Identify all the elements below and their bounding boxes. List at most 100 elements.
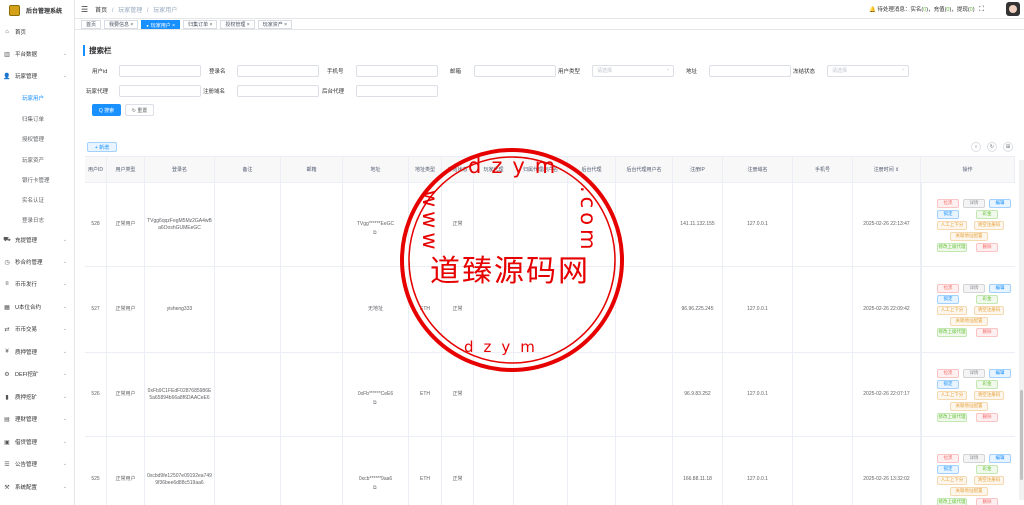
copy-icon[interactable]: ⧉ — [373, 400, 377, 406]
action-button[interactable]: 修改上级代理 — [937, 497, 967, 505]
action-button[interactable]: 清空注册码 — [974, 475, 1004, 485]
sidebar-item[interactable]: ▣ 借贷管理 ⌄ — [0, 436, 75, 448]
action-button[interactable]: 锁定 — [937, 209, 959, 219]
sidebar-item-label: 公告管理 — [15, 462, 38, 468]
tab-tag[interactable]: 玩家资产 × — [257, 19, 292, 29]
action-button[interactable]: 修改上级代理 — [937, 412, 967, 422]
refresh-icon[interactable]: ↻ — [987, 142, 997, 152]
action-button[interactable]: 详情 — [963, 453, 985, 463]
action-button[interactable]: 关联地址配置 — [950, 401, 988, 411]
action-button[interactable]: 锁定 — [937, 294, 959, 304]
sidebar-item[interactable]: ⚙ DEFI挖矿 ⌄ — [0, 368, 75, 380]
sidebar-subitem[interactable]: 登录日志 — [22, 216, 44, 224]
action-button[interactable]: 彩金 — [976, 294, 998, 304]
tab-tag[interactable]: 玩家用户 × — [141, 19, 181, 29]
action-button[interactable]: 清空注册码 — [974, 305, 1004, 315]
action-button[interactable]: 彩金 — [976, 209, 998, 219]
action-button[interactable]: 编辑 — [989, 198, 1011, 208]
sidebar-item[interactable]: ⇄ 币币交易 ⌄ — [0, 323, 75, 335]
action-button[interactable]: 删除 — [976, 412, 998, 422]
sidebar-item[interactable]: ⛟ 充提管理 ⌄ — [0, 234, 75, 246]
tab-tag[interactable]: 首页 — [81, 19, 102, 29]
sidebar-item[interactable]: ⌂ 首页 — [0, 26, 75, 38]
search-input[interactable] — [237, 85, 319, 97]
hamburger-icon[interactable]: ☰ — [81, 5, 88, 14]
cell-addr_type — [409, 183, 442, 266]
action-button[interactable]: 删除 — [976, 497, 998, 505]
sidebar-item[interactable]: ◷ 秒合约管理 ⌄ — [0, 256, 75, 268]
action-button[interactable]: 拉黑 — [937, 283, 959, 293]
search-toggle-icon[interactable]: ○ — [971, 142, 981, 152]
sidebar-subitem[interactable]: 玩家资产 — [22, 156, 44, 164]
chevron-down-icon: ⌄ — [62, 349, 67, 355]
action-button[interactable]: 关联地址配置 — [950, 231, 988, 241]
action-button[interactable]: 删除 — [976, 327, 998, 337]
action-button[interactable]: 关联地址配置 — [950, 486, 988, 496]
sidebar-subitem[interactable]: 归集订单 — [22, 115, 44, 123]
search-input[interactable] — [709, 65, 791, 77]
sidebar-item[interactable]: ¤ 币币发行 ⌄ — [0, 278, 75, 290]
action-button[interactable]: 拉黑 — [937, 368, 959, 378]
action-button[interactable]: 编辑 — [989, 283, 1011, 293]
action-button[interactable]: 关联地址配置 — [950, 316, 988, 326]
sidebar-item[interactable]: ▤ 理财管理 ⌄ — [0, 413, 75, 425]
breadcrumb-home[interactable]: 首页 — [95, 8, 107, 14]
search-input[interactable]: 请选择 — [827, 65, 909, 77]
pending-messages[interactable]: 🔔 待处理消息：实名(0)，充值(0)，提现(0) ⛶ — [869, 5, 984, 14]
action-button[interactable]: 详情 — [963, 198, 985, 208]
action-button[interactable]: 编辑 — [989, 368, 1011, 378]
tab-tag[interactable]: 归集订单 × — [183, 19, 218, 29]
avatar[interactable] — [1006, 2, 1020, 16]
action-button[interactable]: 修改上级代理 — [937, 242, 967, 252]
action-button[interactable]: 编辑 — [989, 453, 1011, 463]
action-button[interactable]: 清空注册码 — [974, 390, 1004, 400]
action-button[interactable]: 锁定 — [937, 464, 959, 474]
sidebar-item[interactable]: ▥ 平台数据 ⌄ — [0, 48, 75, 60]
action-button[interactable]: 详情 — [963, 283, 985, 293]
copy-icon[interactable]: ⧉ — [373, 485, 377, 491]
search-field-label: 用户类型 — [558, 69, 581, 75]
sidebar-subitem[interactable]: 银行卡管理 — [22, 176, 50, 184]
copy-icon[interactable]: ⧉ — [373, 230, 377, 236]
action-button[interactable]: 人工上下分 — [937, 220, 967, 230]
sidebar-item[interactable]: ▮ 质押挖矿 ⌄ — [0, 391, 75, 403]
search-input[interactable] — [119, 65, 201, 77]
sidebar-item[interactable]: ▦ U本位合约 ⌄ — [0, 301, 75, 313]
reset-button[interactable]: ↻ 重置 — [125, 104, 154, 116]
search-button[interactable]: Q 搜索 — [92, 104, 121, 116]
cell-addr_type: ETH — [409, 353, 442, 436]
sidebar-subitem[interactable]: 玩家用户 — [22, 94, 44, 102]
sidebar-item[interactable]: ☰ 公告管理 ⌄ — [0, 458, 75, 470]
action-button[interactable]: 锁定 — [937, 379, 959, 389]
action-button[interactable]: 修改上级代理 — [937, 327, 967, 337]
action-button[interactable]: 清空注册码 — [974, 220, 1004, 230]
search-input[interactable] — [119, 85, 201, 97]
action-button[interactable]: 人工上下分 — [937, 390, 967, 400]
tab-tag[interactable]: 授权管理 × — [220, 19, 255, 29]
action-button[interactable]: 删除 — [976, 242, 998, 252]
sidebar-item[interactable]: ⚒ 系统配置 ⌄ — [0, 481, 75, 493]
action-button[interactable]: 人工上下分 — [937, 475, 967, 485]
sidebar-subitem[interactable]: 授权管理 — [22, 135, 44, 143]
search-panel: 搜索栏 用户id 登录名 手机号 邮箱 用户类型 请选择 ⌄ 地址 冻结状态 请选择 ⌄ 玩家代理 注册… — [81, 37, 1018, 130]
add-button[interactable]: + 新增 — [87, 142, 117, 152]
action-button[interactable]: 彩金 — [976, 464, 998, 474]
sidebar-item[interactable]: ¥ 质押管理 ⌄ — [0, 346, 75, 358]
search-input[interactable] — [356, 85, 438, 97]
table-header-cell: 后台代理用户名 — [616, 157, 673, 183]
search-input[interactable] — [237, 65, 319, 77]
search-input[interactable] — [356, 65, 438, 77]
action-button[interactable]: 彩金 — [976, 379, 998, 389]
action-button[interactable]: 拉黑 — [937, 453, 959, 463]
sidebar-subitem[interactable]: 实名认证 — [22, 196, 44, 204]
action-button[interactable]: 拉黑 — [937, 198, 959, 208]
columns-icon[interactable]: ⊞ — [1003, 142, 1013, 152]
action-button[interactable]: 详情 — [963, 368, 985, 378]
fullscreen-icon[interactable]: ⛶ — [979, 6, 984, 13]
search-input[interactable]: 请选择 — [592, 65, 674, 77]
scrollbar[interactable] — [1019, 160, 1024, 500]
action-button[interactable]: 人工上下分 — [937, 305, 967, 315]
search-input[interactable] — [474, 65, 556, 77]
sidebar-item[interactable]: 👤 玩家管理 ⌄ — [0, 70, 75, 82]
tab-tag[interactable]: 我要信息 × — [104, 19, 139, 29]
